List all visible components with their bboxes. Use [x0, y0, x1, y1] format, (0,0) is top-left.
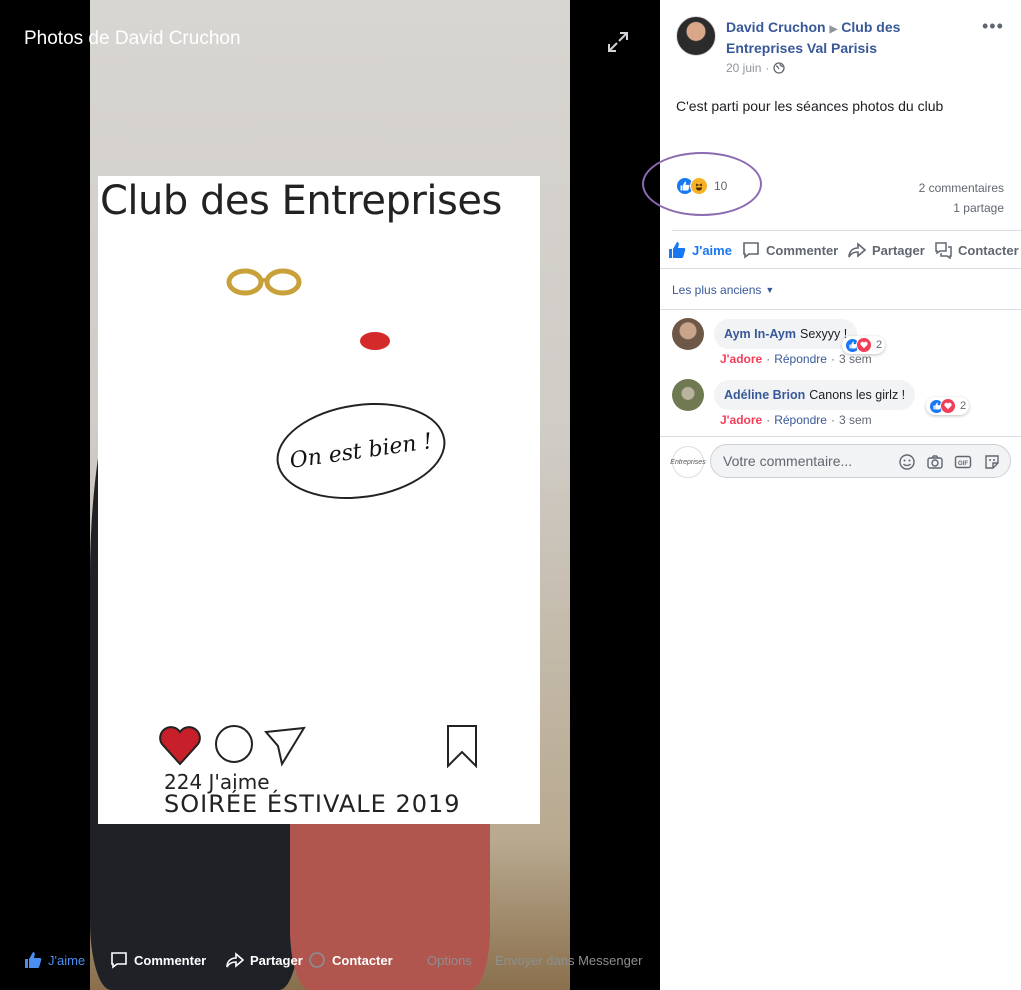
viewer-like-button[interactable]: J'aime: [24, 944, 85, 976]
comment-icon: [743, 242, 759, 259]
comments-count[interactable]: 2 commentaires: [919, 181, 1004, 195]
comment-text: Sexyyy !: [800, 327, 848, 341]
adore-button[interactable]: J'adore: [720, 413, 762, 427]
comment-icon: [111, 952, 127, 969]
viewer-comment-label: Commenter: [134, 952, 207, 968]
meta-separator: ·: [830, 413, 835, 427]
comment-text: Canons les girlz !: [809, 388, 906, 402]
thumbs-up-icon: [669, 242, 686, 258]
meta-separator: ·: [766, 352, 771, 366]
glasses-prop: [226, 268, 302, 296]
viewer-share-label: Partager: [250, 952, 303, 968]
messenger-icon: [309, 952, 325, 968]
reply-button[interactable]: Répondre: [774, 352, 827, 366]
adore-button[interactable]: J'adore: [720, 352, 762, 366]
gif-icon[interactable]: GIF: [954, 453, 972, 471]
comment-sort-dropdown[interactable]: Les plus anciens ▼: [672, 283, 774, 297]
expand-icon[interactable]: [606, 30, 630, 54]
share-label: Partager: [872, 242, 925, 258]
post-action-bar: J'aime Commenter Partager Contacter: [668, 232, 1021, 268]
commenter-avatar[interactable]: [672, 318, 704, 350]
divider: [672, 230, 1021, 231]
divider: [660, 268, 1021, 269]
comment-button[interactable]: Commenter: [742, 232, 838, 268]
post-text: C'est parti pour les séances photos du c…: [676, 98, 944, 114]
viewer-options-button[interactable]: Options: [427, 944, 472, 976]
comment-bubble: Adéline Brion Canons les girlz !: [714, 380, 916, 410]
meta-separator: ·: [766, 413, 771, 427]
share-button[interactable]: Partager: [848, 232, 925, 268]
viewer-like-label: J'aime: [48, 952, 86, 968]
page-avatar: Entreprises: [670, 446, 706, 478]
lips-prop: [360, 332, 390, 350]
camera-icon[interactable]: [926, 453, 944, 471]
comment-time[interactable]: 3 sem: [839, 352, 872, 366]
photo-frame-prop: Club des Entreprises 224 J'aime SOIRÉE É…: [98, 176, 540, 824]
meta-separator: ·: [830, 352, 835, 366]
comment-reactions[interactable]: 2: [926, 397, 970, 415]
love-reaction-icon: [856, 337, 872, 353]
reply-button[interactable]: Répondre: [774, 413, 827, 427]
commenter-avatar[interactable]: [672, 379, 704, 411]
viewer-title: Photos de David Cruchon: [24, 28, 241, 49]
globe-icon: [773, 62, 786, 74]
comment-meta: J'adore · Répondre · 3 sem: [720, 352, 872, 366]
author-name[interactable]: David Cruchon: [726, 19, 826, 35]
frame-event: SOIRÉE ÉSTIVALE 2019: [164, 790, 461, 818]
heart-icon: [159, 726, 201, 766]
contact-label: Contacter: [958, 242, 1019, 258]
photo[interactable]: Club des Entreprises 224 J'aime SOIRÉE É…: [90, 0, 570, 990]
comment-bubble-icon: [215, 725, 253, 763]
share-icon: [226, 952, 244, 968]
love-reaction-icon: [940, 398, 956, 414]
viewer-contact-label: Contacter: [332, 952, 393, 968]
comment-reaction-count: 2: [960, 400, 967, 412]
viewer-share-button[interactable]: Partager: [226, 944, 303, 976]
emoji-icon[interactable]: [898, 453, 916, 471]
comment-label: Commenter: [766, 242, 839, 258]
more-options-icon[interactable]: •••: [982, 16, 1004, 37]
comment-composer: GIF: [710, 444, 1011, 478]
viewer-comment-button[interactable]: Commenter: [110, 944, 206, 976]
share-icon: [848, 242, 866, 258]
frame-icons: [158, 724, 488, 773]
caret-down-icon: ▼: [765, 285, 775, 295]
frame-title: Club des Entreprises: [100, 178, 502, 224]
contact-icon: [935, 242, 952, 259]
photo-viewer: Club des Entreprises 224 J'aime SOIRÉE É…: [0, 0, 660, 990]
like-button[interactable]: J'aime: [668, 232, 732, 268]
viewer-options-label: Options: [427, 952, 472, 968]
commenter-name[interactable]: Adéline Brion: [724, 388, 805, 402]
post-header: David Cruchon ▶ Club des Entreprises Val P…: [726, 18, 976, 58]
comment-meta: J'adore · Répondre · 3 sem: [720, 413, 872, 427]
sort-label: Les plus anciens: [672, 283, 762, 297]
send-icon: [264, 726, 306, 767]
author-avatar[interactable]: [676, 16, 716, 56]
comment-reaction-count: 2: [876, 339, 883, 351]
viewer-action-bar: J'aime Commenter Partager Contacter Opti…: [0, 944, 660, 976]
commenter-name[interactable]: Aym In-Aym: [724, 327, 796, 341]
comment-time[interactable]: 3 sem: [839, 413, 872, 427]
post-panel: David Cruchon ▶ Club des Entreprises Val P…: [642, 0, 1021, 990]
divider: [660, 309, 1021, 310]
comment-bubble: Aym In-Aym Sexyyy !: [714, 319, 858, 349]
divider: [660, 436, 1021, 437]
viewer-messenger-label: Envoyer dans Messenger: [495, 952, 643, 968]
annotation-ellipse: [642, 152, 762, 216]
thumbs-up-icon: [25, 952, 42, 968]
post-date-text[interactable]: 20 juin: [726, 61, 761, 75]
bookmark-icon: [447, 725, 477, 769]
contact-button[interactable]: Contacter: [934, 232, 1019, 268]
svg-text:GIF: GIF: [958, 461, 968, 467]
post-date: 20 juin ·: [726, 61, 786, 75]
date-separator: ·: [765, 61, 770, 75]
viewer-contact-button[interactable]: Contacter: [308, 944, 393, 976]
sticker-icon[interactable]: [983, 453, 1001, 471]
comment-input[interactable]: [723, 451, 893, 471]
arrow-right-icon: ▶: [829, 24, 838, 35]
shares-count[interactable]: 1 partage: [953, 201, 1004, 215]
like-label: J'aime: [692, 242, 732, 258]
viewer-messenger-button[interactable]: Envoyer dans Messenger: [495, 944, 642, 976]
